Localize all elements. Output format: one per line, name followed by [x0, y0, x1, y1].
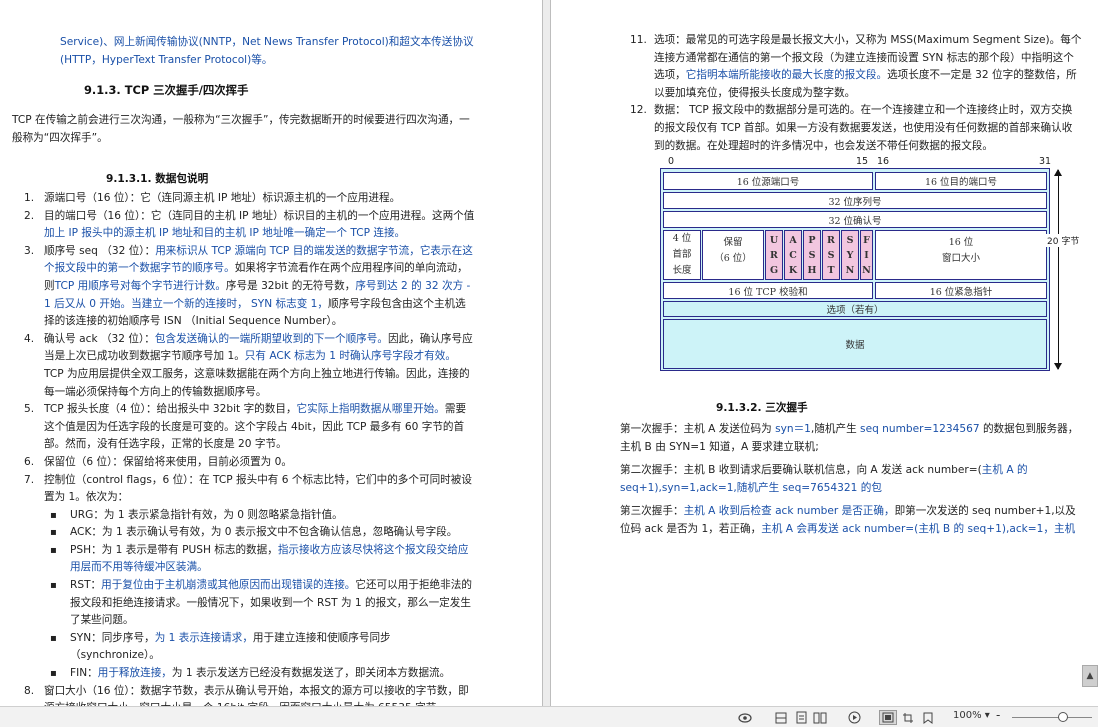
list-item: 11. 选项：最常见的可选字段是最长报文大小，又称为 MSS(Maximum S…: [630, 34, 1082, 99]
list-item: 5. TCP 报头长度（4 位）：给出报头中 32bit 字的数目，它实际上指明…: [24, 403, 467, 451]
reserved-field: 保留 （6 位）: [702, 230, 764, 280]
src-port-field: 16 位源端口号: [663, 172, 873, 190]
list-item: 4. 确认号 ack （32 位）：包含发送确认的一端所期望收到的下一个顺序号。…: [24, 332, 473, 398]
zoom-level[interactable]: 100% ▾: [953, 710, 990, 721]
page-left: Service)、网上新闻传输协议(NNTP，Net News Transfer…: [0, 0, 543, 706]
flag-item-fin: FIN：用于释放连接，为 1 表示发送方已经没有数据发送了，即关闭本方数据流。: [50, 665, 476, 683]
bookmark-icon[interactable]: [919, 710, 937, 725]
crop-icon[interactable]: [899, 710, 917, 725]
flag-ack: ACK: [784, 230, 802, 280]
subsection-title-handshake: 9.1.3.2. 三次握手: [716, 402, 808, 414]
flag-urg: URG: [765, 230, 783, 280]
handshake-step-1: 第一次握手：主机 A 发送位码为 syn＝1,随机产生 seq number=1…: [620, 423, 1079, 453]
ack-field: 32 位确认号: [663, 211, 1047, 228]
eye-icon[interactable]: [736, 710, 754, 725]
header-length-field: 4 位 首部 长度: [663, 230, 701, 280]
flag-item-urg: URG：为 1 表示紧急指针有效，为 0 则忽略紧急指针值。: [50, 507, 476, 525]
window-size-field: 16 位 窗口大小: [875, 230, 1047, 280]
list-item: 12. 数据： TCP 报文段中的数据部分是可选的。在一个连接建立和一个连接终止…: [630, 104, 1073, 152]
status-bar: 100% ▾ -: [0, 706, 1098, 727]
seq-field: 32 位序列号: [663, 192, 1047, 209]
play-icon[interactable]: [845, 710, 863, 725]
dst-port-field: 16 位目的端口号: [875, 172, 1047, 190]
header-size-label: 20 字节: [1046, 234, 1081, 247]
subsection-title-packet: 9.1.3.1. 数据包说明: [106, 173, 209, 185]
ruler-tick: 16: [877, 156, 890, 167]
zoom-slider[interactable]: [1012, 717, 1092, 718]
list-item: 8. 窗口大小（16 位）：数据字节数，表示从确认号开始，本报文的源方可以接收的…: [24, 684, 469, 706]
double-page-icon[interactable]: [811, 710, 829, 725]
list-item: 1. 源端口号（16 位）：它（连同源主机 IP 地址）标识源主机的一个应用进程…: [24, 192, 401, 204]
list-item: 2. 目的端口号（16 位）：它（连同目的主机 IP 地址）标识目的主机的一个应…: [24, 209, 475, 240]
arrow-up-icon: [1054, 169, 1062, 176]
options-field: 选项（若有）: [663, 301, 1047, 317]
flag-item-syn: SYN：同步序号，为 1 表示连接请求，用于建立连接和使顺序号同步（synchr…: [50, 630, 476, 665]
flag-item-psh: PSH：为 1 表示是带有 PUSH 标志的数据，指示接收方应该尽快将这个报文段…: [50, 542, 476, 577]
flag-syn: SYN: [841, 230, 859, 280]
list-item: 6. 保留位（6 位）：保留给将来使用，目前必须置为 0。: [24, 455, 292, 468]
field-list-continued: 11. 选项：最常见的可选字段是最长报文大小，又称为 MSS(Maximum S…: [630, 32, 1082, 155]
urgent-pointer-field: 16 位紧急指针: [875, 282, 1047, 299]
flag-rst: RST: [822, 230, 840, 280]
intro-line-2: (HTTP，HyperText Transfer Protocol)等。: [60, 54, 273, 66]
size-arrow: [1058, 170, 1059, 369]
field-list: 1. 源端口号（16 位）：它（连同源主机 IP 地址）标识源主机的一个应用进程…: [24, 190, 476, 706]
flag-list: URG：为 1 表示紧急指针有效，为 0 则忽略紧急指针值。 ACK：为 1 表…: [44, 507, 476, 683]
list-item: 3. 顺序号 seq （32 位）：用来标识从 TCP 源端向 TCP 目的端发…: [24, 244, 473, 328]
section-title: 9.1.3. TCP 三次握手/四次挥手: [84, 83, 249, 97]
document-page-icon[interactable]: [792, 710, 810, 725]
flag-item-ack: ACK：为 1 表示确认号有效，为 0 表示报文中不包含确认信息，忽略确认号字段…: [50, 524, 476, 542]
ruler-tick: 31: [1039, 156, 1052, 167]
checksum-field: 16 位 TCP 校验和: [663, 282, 873, 299]
scroll-indicator[interactable]: ▲: [1082, 665, 1098, 687]
list-item: 7. 控制位（control flags，6 位）：在 TCP 报头中有 6 个…: [24, 472, 476, 683]
document-viewer[interactable]: Service)、网上新闻传输协议(NNTP，Net News Transfer…: [0, 0, 1098, 706]
fit-page-icon[interactable]: [879, 710, 897, 725]
arrow-down-icon: [1054, 363, 1062, 370]
zoom-out-button[interactable]: -: [996, 708, 1000, 722]
flag-psh: PSH: [803, 230, 821, 280]
handshake-step-3: 第三次握手：主机 A 收到后检查 ack number 是否正确，即第一次发送的…: [620, 505, 1076, 535]
flag-item-rst: RST：用于复位由于主机崩溃或其他原因而出现错误的连接。它还可以用于拒绝非法的报…: [50, 577, 476, 630]
tcp-header-diagram: 0 15 16 31 16 位源端口号 16 位目的端口号 32 位序列号 32…: [660, 156, 1085, 374]
chevron-down-icon: ▾: [984, 710, 990, 721]
intro-line-1: Service)、网上新闻传输协议(NNTP，Net News Transfer…: [60, 36, 474, 48]
data-field: 数据: [663, 319, 1047, 369]
flag-fin: FIN: [860, 230, 873, 280]
ruler-tick: 0: [668, 156, 675, 167]
ruler-tick: 15: [856, 156, 869, 167]
intro-paragraph: TCP 在传输之前会进行三次沟通，一般称为“三次握手”，传完数据断开的时候要进行…: [12, 114, 470, 144]
single-page-icon[interactable]: [772, 710, 790, 725]
handshake-step-2: 第二次握手：主机 B 收到请求后要确认联机信息，向 A 发送 ack numbe…: [620, 464, 1028, 494]
zoom-slider-handle[interactable]: [1058, 712, 1068, 722]
